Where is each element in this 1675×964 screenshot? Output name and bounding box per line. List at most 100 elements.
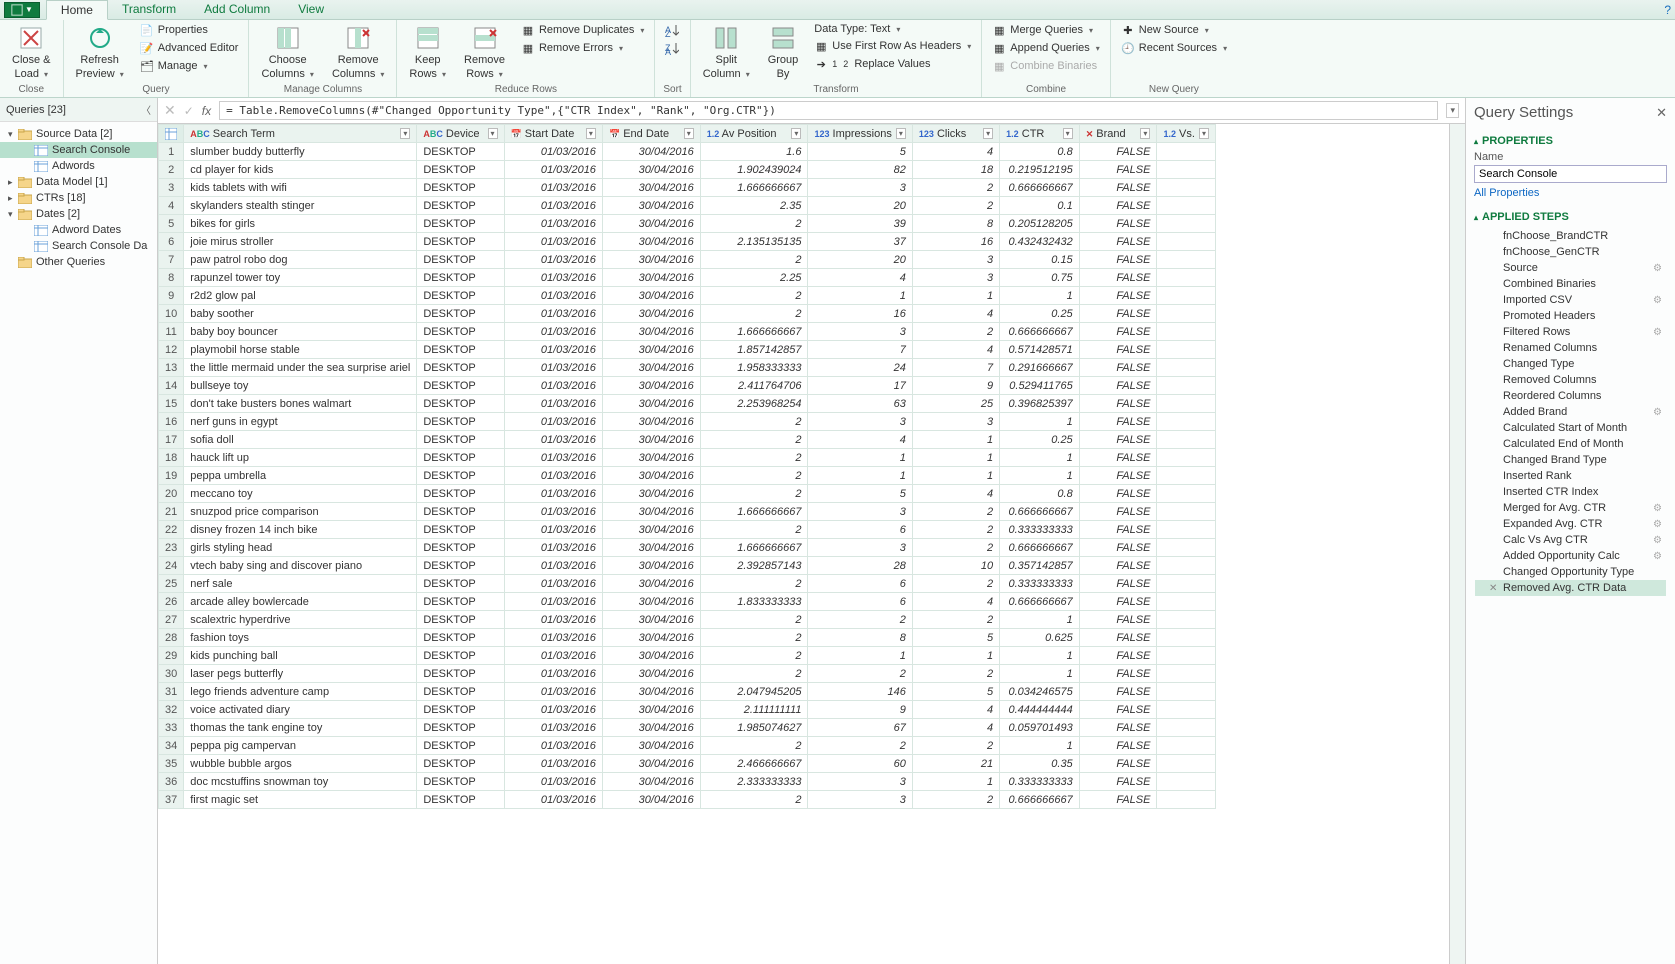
cell[interactable]: FALSE [1079,287,1157,305]
cell[interactable]: 6 [808,521,912,539]
cell[interactable]: 30/04/2016 [602,413,700,431]
step-inserted-rank[interactable]: Inserted Rank [1475,468,1666,484]
cell[interactable]: 16 [808,305,912,323]
cell[interactable] [1157,197,1216,215]
cell[interactable]: FALSE [1079,737,1157,755]
properties-button[interactable]: 📄Properties [138,22,241,38]
cell[interactable] [1157,593,1216,611]
column-header-start-date[interactable]: 📅 Start Date▾ [504,125,602,143]
row-number[interactable]: 15 [159,395,184,413]
cell[interactable]: 0.25 [1000,305,1080,323]
cell[interactable]: 01/03/2016 [504,251,602,269]
all-properties-link[interactable]: All Properties [1474,187,1667,199]
cell[interactable]: FALSE [1079,683,1157,701]
cell[interactable]: FALSE [1079,557,1157,575]
table-row[interactable]: 11baby boy bouncerDESKTOP01/03/201630/04… [159,323,1216,341]
first-row-headers-button[interactable]: ▦Use First Row As Headers ▾ [812,38,973,54]
cell[interactable]: 7 [808,341,912,359]
cell[interactable]: 1.666666667 [700,179,808,197]
cell[interactable]: 0.666666667 [1000,323,1080,341]
step-expanded-avg-ctr[interactable]: Expanded Avg. CTR⚙ [1475,516,1666,532]
table-row[interactable]: 4skylanders stealth stingerDESKTOP01/03/… [159,197,1216,215]
step-imported-csv[interactable]: Imported CSV⚙ [1475,292,1666,308]
sort-desc-button[interactable]: ZA [663,40,681,56]
cell[interactable] [1157,755,1216,773]
cell[interactable]: 8 [808,629,912,647]
cell[interactable]: cd player for kids [184,161,417,179]
cell[interactable]: FALSE [1079,233,1157,251]
step-filtered-rows[interactable]: Filtered Rows⚙ [1475,324,1666,340]
cell[interactable]: 1 [1000,467,1080,485]
cell[interactable]: DESKTOP [417,755,504,773]
cell[interactable] [1157,773,1216,791]
cell[interactable]: 17 [808,377,912,395]
query-dates-2-[interactable]: ▾Dates [2] [0,206,157,222]
merge-queries-button[interactable]: ▦Merge Queries ▾ [990,22,1102,38]
cell[interactable]: DESKTOP [417,305,504,323]
cell[interactable]: 01/03/2016 [504,611,602,629]
help-button[interactable]: ? [1664,3,1671,17]
step-added-brand[interactable]: Added Brand⚙ [1475,404,1666,420]
gear-icon[interactable]: ⚙ [1653,519,1662,530]
cell[interactable]: 2 [700,647,808,665]
table-row[interactable]: 37first magic setDESKTOP01/03/201630/04/… [159,791,1216,809]
cell[interactable] [1157,719,1216,737]
cell[interactable] [1157,575,1216,593]
cell[interactable]: 2 [700,287,808,305]
cell[interactable]: FALSE [1079,629,1157,647]
vertical-scrollbar[interactable] [1449,124,1465,964]
cell[interactable]: DESKTOP [417,611,504,629]
table-row[interactable]: 36doc mcstuffins snowman toyDESKTOP01/03… [159,773,1216,791]
cell[interactable]: FALSE [1079,791,1157,809]
row-number[interactable]: 23 [159,539,184,557]
cell[interactable]: 0.529411765 [1000,377,1080,395]
cell[interactable]: 3 [912,251,999,269]
row-number[interactable]: 19 [159,467,184,485]
cell[interactable]: 2 [912,503,999,521]
cell[interactable]: playmobil horse stable [184,341,417,359]
cell[interactable]: 01/03/2016 [504,503,602,521]
cell[interactable] [1157,305,1216,323]
cell[interactable]: FALSE [1079,449,1157,467]
cell[interactable]: laser pegs butterfly [184,665,417,683]
table-row[interactable]: 8rapunzel tower toyDESKTOP01/03/201630/0… [159,269,1216,287]
cell[interactable]: 5 [808,485,912,503]
cell[interactable]: 2.392857143 [700,557,808,575]
cell[interactable]: 30/04/2016 [602,719,700,737]
cell[interactable] [1157,467,1216,485]
cell[interactable]: girls styling head [184,539,417,557]
cell[interactable]: 01/03/2016 [504,755,602,773]
cell[interactable]: bikes for girls [184,215,417,233]
cell[interactable]: DESKTOP [417,575,504,593]
cell[interactable]: 5 [912,683,999,701]
cell[interactable]: 4 [912,341,999,359]
row-number[interactable]: 27 [159,611,184,629]
cell[interactable]: DESKTOP [417,773,504,791]
cell[interactable]: 16 [912,233,999,251]
cell[interactable]: 18 [912,161,999,179]
replace-values-button[interactable]: ➔12Replace Values [812,56,973,72]
cell[interactable]: 01/03/2016 [504,161,602,179]
row-number[interactable]: 31 [159,683,184,701]
cell[interactable]: 01/03/2016 [504,215,602,233]
close-settings-icon[interactable]: ✕ [1656,105,1667,121]
table-row[interactable]: 28fashion toysDESKTOP01/03/201630/04/201… [159,629,1216,647]
cell[interactable]: 2.466666667 [700,755,808,773]
cell[interactable]: 30/04/2016 [602,467,700,485]
cell[interactable]: nerf guns in egypt [184,413,417,431]
tab-transform[interactable]: Transform [108,0,190,20]
filter-dropdown-icon[interactable]: ▾ [1063,128,1073,139]
row-number[interactable]: 10 [159,305,184,323]
row-number[interactable]: 30 [159,665,184,683]
cell[interactable]: 2.333333333 [700,773,808,791]
cell[interactable]: 3 [808,323,912,341]
cell[interactable]: 01/03/2016 [504,143,602,161]
cell[interactable]: FALSE [1079,521,1157,539]
cell[interactable]: 30/04/2016 [602,269,700,287]
remove-columns-button[interactable]: RemoveColumns ▾ [328,22,388,83]
cell[interactable]: 4 [912,485,999,503]
cell[interactable] [1157,737,1216,755]
cell[interactable]: 30/04/2016 [602,755,700,773]
cell[interactable]: FALSE [1079,773,1157,791]
cell[interactable] [1157,287,1216,305]
